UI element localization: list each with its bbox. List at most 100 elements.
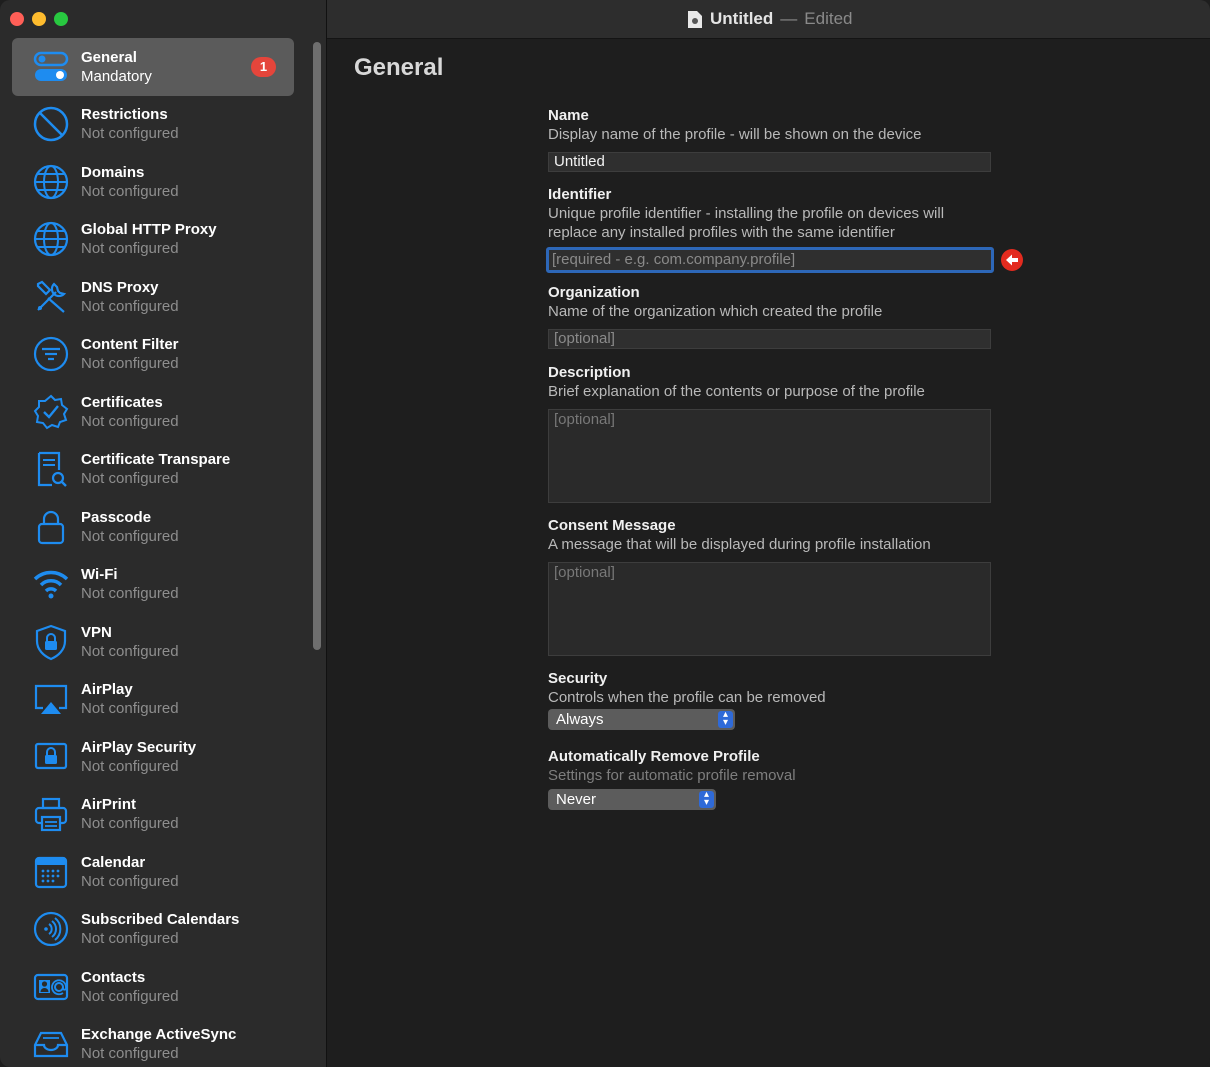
calendar-icon [32, 853, 70, 891]
auto-remove-select[interactable]: Never ▴ ▾ [548, 789, 716, 810]
sidebar-item-subtitle: Not configured [81, 355, 179, 373]
prohibited-icon [32, 105, 70, 143]
sidebar-item-content-filter[interactable]: Content Filter Not configured [12, 326, 294, 384]
lock-icon [32, 508, 70, 546]
lock-shield-icon [32, 623, 70, 661]
sidebar-item-subtitle: Mandatory [81, 67, 152, 85]
auto-remove-select-value: Never [556, 791, 597, 808]
contact-card-icon [32, 968, 70, 1006]
sidebar-item-calendar[interactable]: Calendar Not configured [12, 843, 294, 901]
minimize-window-button[interactable] [32, 12, 46, 26]
sidebar-item-subtitle: Not configured [81, 585, 179, 603]
sidebar-item-subtitle: Not configured [81, 1045, 179, 1063]
required-error-indicator[interactable] [1001, 249, 1023, 271]
chevron-up-down-icon: ▴ ▾ [699, 790, 714, 808]
sidebar-item-subtitle: Not configured [81, 527, 179, 545]
airplay-icon [32, 680, 70, 718]
security-description: Controls when the profile can be removed [548, 689, 826, 706]
sidebar-item-subscribed-calendars[interactable]: Subscribed Calendars Not configured [12, 901, 294, 959]
security-select-value: Always [556, 711, 604, 728]
sidebar-item-title: Wi-Fi [81, 566, 118, 584]
close-window-button[interactable] [10, 12, 24, 26]
sidebar-item-subtitle: Not configured [81, 240, 179, 258]
consent-message-textarea[interactable]: [optional] [548, 562, 991, 656]
sidebar-item-subtitle: Not configured [81, 987, 179, 1005]
name-label: Name [548, 107, 589, 124]
document-icon [688, 10, 702, 28]
sidebar-item-domains[interactable]: Domains Not configured [12, 153, 294, 211]
organization-field[interactable]: [optional] [548, 329, 991, 349]
printer-icon [32, 795, 70, 833]
description-description: Brief explanation of the contents or pur… [548, 383, 925, 400]
sidebar-item-subtitle: Not configured [81, 815, 179, 833]
consent-message-description: A message that will be displayed during … [548, 536, 931, 553]
payload-list: General Mandatory 1 Restrictions Not con… [12, 38, 294, 1067]
description-textarea[interactable]: [optional] [548, 409, 991, 503]
sidebar-item-subtitle: Not configured [81, 182, 179, 200]
title-bar: Untitled — Edited [327, 0, 1210, 39]
filter-icon [32, 335, 70, 373]
sidebar-item-certificates[interactable]: Certificates Not configured [12, 383, 294, 441]
security-label: Security [548, 670, 608, 687]
sidebar-item-subtitle: Not configured [81, 642, 179, 660]
checkmark-seal-icon [32, 393, 70, 431]
sidebar-item-subtitle: Not configured [81, 412, 179, 430]
sidebar-item-subtitle: Not configured [81, 700, 179, 718]
sidebar-item-contacts[interactable]: Contacts Not configured [12, 958, 294, 1016]
sidebar-item-title: DNS Proxy [81, 278, 159, 296]
globe-network-icon [32, 220, 70, 258]
sidebar-item-airplay-security[interactable]: AirPlay Security Not configured [12, 728, 294, 786]
sidebar-item-exchange-activesync[interactable]: Exchange ActiveSync Not configured [12, 1016, 294, 1067]
toggles-icon [32, 48, 70, 86]
broadcast-icon [32, 910, 70, 948]
sidebar-item-title: Domains [81, 163, 145, 181]
sidebar-item-title: Calendar [81, 853, 146, 871]
identifier-field[interactable]: [required - e.g. com.company.profile] [546, 247, 994, 273]
sidebar-item-dns-proxy[interactable]: DNS Proxy Not configured [12, 268, 294, 326]
chevron-up-down-icon: ▴ ▾ [718, 710, 733, 728]
sidebar-item-title: AirPlay Security [81, 738, 197, 756]
error-count-badge: 1 [251, 57, 276, 77]
airplay-lock-icon [32, 738, 70, 776]
sidebar-item-title: Subscribed Calendars [81, 911, 240, 929]
tools-icon [32, 278, 70, 316]
sidebar-item-vpn[interactable]: VPN Not configured [12, 613, 294, 671]
sidebar-item-subtitle: Not configured [81, 125, 179, 143]
sidebar-item-subtitle: Not configured [81, 930, 179, 948]
doc-magnifier-icon [32, 450, 70, 488]
sidebar-item-title: Passcode [81, 508, 152, 526]
sidebar-item-title: Exchange ActiveSync [81, 1026, 237, 1044]
sidebar-item-passcode[interactable]: Passcode Not configured [12, 498, 294, 556]
sidebar-item-general[interactable]: General Mandatory 1 [12, 38, 294, 96]
title-separator: — [780, 9, 798, 28]
sidebar-item-airprint[interactable]: AirPrint Not configured [12, 786, 294, 844]
document-title: Untitled [710, 9, 774, 28]
sidebar-item-subtitle: Not configured [81, 297, 179, 315]
sidebar-scrollbar[interactable] [313, 42, 321, 650]
sidebar-item-title: Certificate Transpare [81, 451, 231, 469]
name-description: Display name of the profile - will be sh… [548, 126, 922, 143]
description-label: Description [548, 364, 631, 381]
sidebar-item-wifi[interactable]: Wi-Fi Not configured [12, 556, 294, 614]
app-window: General Mandatory 1 Restrictions Not con… [0, 0, 1210, 1067]
document-status: Edited [804, 9, 853, 28]
consent-message-label: Consent Message [548, 517, 676, 534]
identifier-description-line1: Unique profile identifier - installing t… [548, 205, 945, 222]
sidebar-item-title: VPN [81, 623, 112, 641]
auto-remove-label: Automatically Remove Profile [548, 748, 760, 765]
sidebar-item-title: General [81, 48, 137, 66]
name-field[interactable]: Untitled [548, 152, 991, 172]
sidebar-item-restrictions[interactable]: Restrictions Not configured [12, 96, 294, 154]
organization-label: Organization [548, 284, 640, 301]
page-title: General [354, 54, 444, 81]
sidebar-item-certificate-transparency[interactable]: Certificate Transpare Not configured [12, 441, 294, 499]
identifier-description-line2: replace any installed profiles with the … [548, 224, 895, 241]
sidebar-item-title: Global HTTP Proxy [81, 221, 217, 239]
sidebar-item-title: Contacts [81, 968, 146, 986]
sidebar-item-title: AirPrint [81, 796, 137, 814]
sidebar-item-title: AirPlay [81, 681, 133, 699]
sidebar-item-global-http-proxy[interactable]: Global HTTP Proxy Not configured [12, 211, 294, 269]
zoom-window-button[interactable] [54, 12, 68, 26]
sidebar-item-airplay[interactable]: AirPlay Not configured [12, 671, 294, 729]
security-select[interactable]: Always ▴ ▾ [548, 709, 735, 730]
